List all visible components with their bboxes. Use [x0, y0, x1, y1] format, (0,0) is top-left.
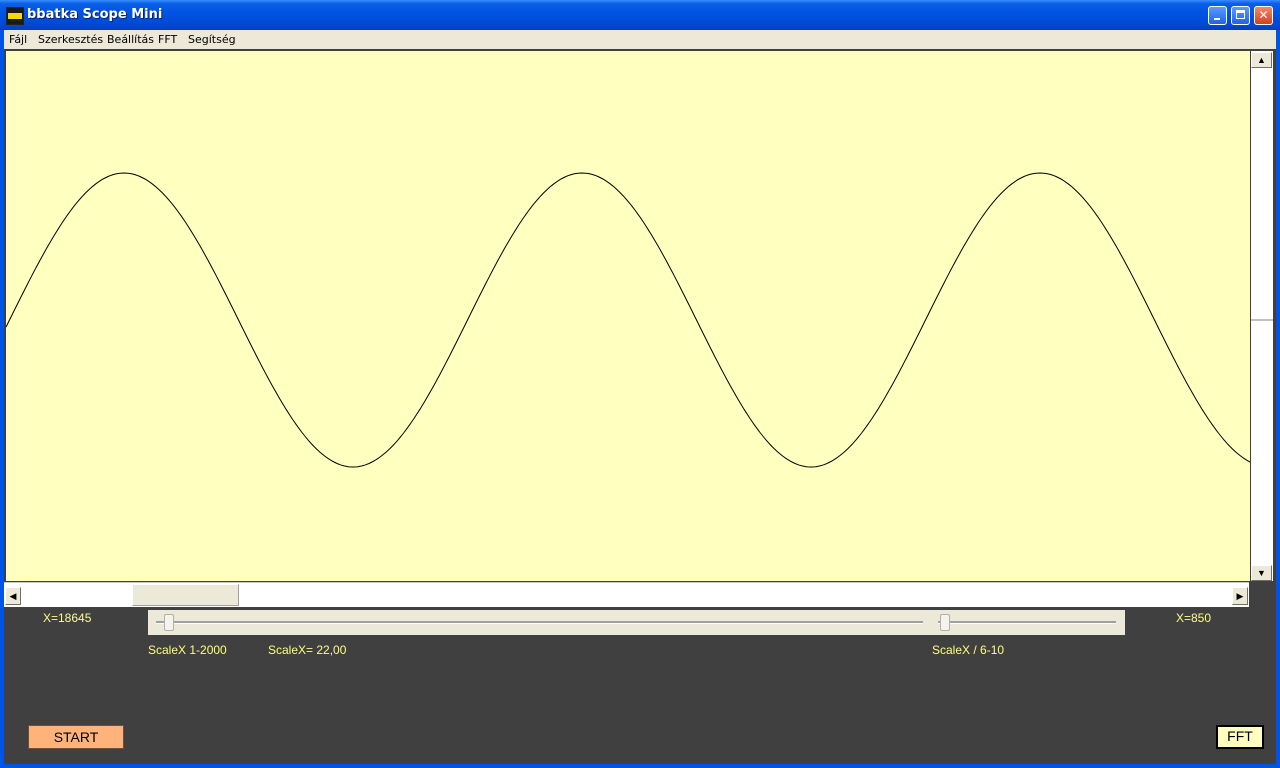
arrow-right-icon: ▶: [1236, 591, 1244, 601]
scroll-left-button[interactable]: ◀: [5, 587, 21, 605]
scalex-slider[interactable]: [148, 610, 1125, 635]
x-right-readout: X=850: [1176, 611, 1212, 625]
vertical-scrollbar[interactable]: ▲ ▼: [1251, 51, 1273, 581]
arrow-up-icon: ▲: [1257, 55, 1266, 65]
waveform-svg: [6, 172, 1250, 468]
scalex-range-right-label: ScaleX / 6-10: [932, 643, 1005, 657]
fft-button[interactable]: FFT: [1216, 725, 1264, 749]
window-title: bbatka Scope Mini: [27, 7, 163, 22]
scalex-thumb-right[interactable]: [940, 614, 950, 631]
waveform-trace: [6, 172, 1250, 468]
arrow-down-icon: ▼: [1257, 568, 1266, 578]
scroll-right-button[interactable]: ▶: [1232, 587, 1248, 605]
close-icon: ✕: [1258, 8, 1269, 22]
menu-fft[interactable]: FFT: [158, 33, 177, 46]
menu-edit[interactable]: Szerkesztés: [38, 33, 103, 46]
scalex-track-right: [938, 621, 1116, 624]
vertical-scroll-thumb[interactable]: [1251, 319, 1273, 321]
scope-display[interactable]: [6, 51, 1250, 581]
arrow-left-icon: ◀: [9, 591, 17, 601]
menu-help[interactable]: Segítség: [188, 33, 236, 46]
menu-file[interactable]: Fájl: [9, 33, 27, 46]
app-icon[interactable]: [6, 7, 24, 25]
scroll-down-button[interactable]: ▼: [1251, 565, 1272, 581]
scalex-range-left-label: ScaleX 1-2000: [148, 643, 227, 657]
scalex-value-label: ScaleX= 22,00: [268, 643, 347, 657]
client-area: ▲ ▼ ◀ ▶ X=18645 X=850 ScaleX 1-2000 Scal…: [4, 49, 1276, 764]
scalex-track-left: [156, 621, 923, 624]
menu-settings[interactable]: Beállítás: [107, 33, 154, 46]
x-left-readout: X=18645: [43, 611, 92, 625]
menu-bar: Fájl Szerkesztés Beállítás FFT Segítség: [4, 30, 1276, 49]
close-button[interactable]: ✕: [1254, 6, 1273, 25]
app-window: bbatka Scope Mini ✕ Fájl Szerkesztés Beá…: [0, 0, 1280, 768]
horizontal-scroll-thumb[interactable]: [132, 584, 239, 606]
minimize-icon: [1214, 18, 1220, 20]
maximize-icon: [1236, 10, 1245, 19]
maximize-button[interactable]: [1231, 6, 1250, 25]
minimize-button[interactable]: [1208, 6, 1227, 25]
title-bar[interactable]: bbatka Scope Mini ✕: [0, 0, 1280, 30]
scroll-up-button[interactable]: ▲: [1251, 52, 1272, 68]
scalex-thumb-left[interactable]: [164, 614, 174, 631]
start-button[interactable]: START: [28, 725, 124, 749]
horizontal-scrollbar[interactable]: ◀ ▶: [4, 582, 1249, 607]
